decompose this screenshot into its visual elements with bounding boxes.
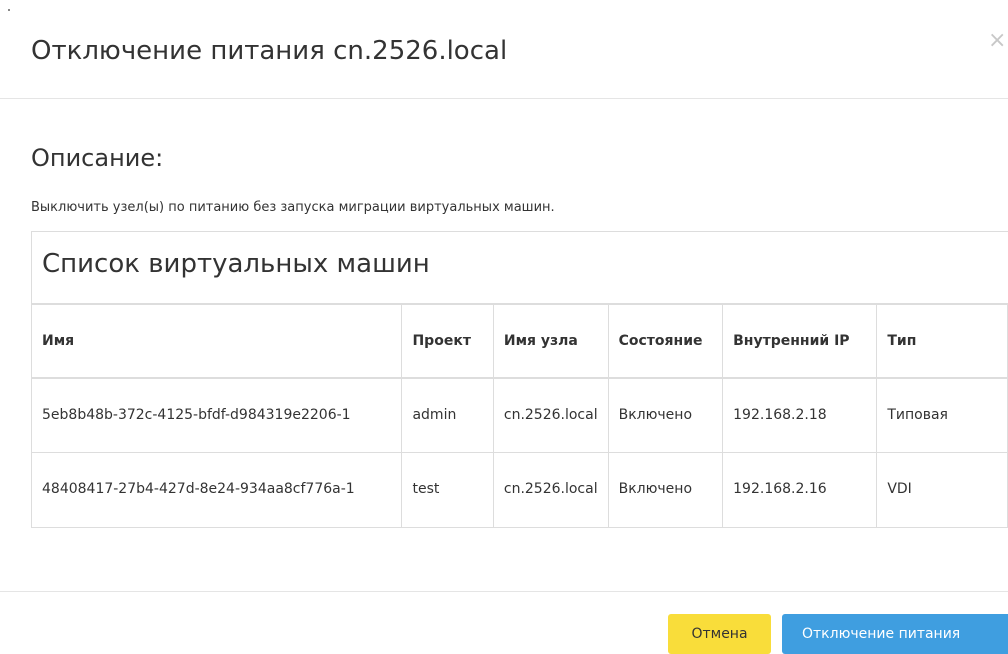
table-header-row: Имя Проект Имя узла Состояние Внутренний… xyxy=(30,303,1008,379)
column-header-project[interactable]: Проект xyxy=(401,303,494,379)
table-row: 5eb8b48b-372c-4125-bfdf-d984319e2206-1 a… xyxy=(30,377,1008,453)
vm-list-title: Список виртуальных машин xyxy=(42,249,430,279)
cancel-button[interactable]: Отмена xyxy=(668,614,771,654)
vm-state-cell: Включено xyxy=(607,377,724,453)
modal-header: Отключение питания cn.2526.local × xyxy=(0,0,1008,99)
vm-host-cell: cn.2526.local xyxy=(492,377,609,453)
vm-host-cell: cn.2526.local xyxy=(492,451,609,528)
vm-name-cell: 48408417-27b4-427d-8e24-934aa8cf776a-1 xyxy=(30,451,403,528)
column-header-type[interactable]: Тип xyxy=(876,303,1008,379)
vm-ip-cell: 192.168.2.16 xyxy=(722,451,878,528)
column-header-state[interactable]: Состояние xyxy=(607,303,724,379)
vm-state-cell: Включено xyxy=(607,451,724,528)
vm-type-cell: Типовая xyxy=(876,377,1008,453)
description-text: Выключить узел(ы) по питанию без запуска… xyxy=(31,200,555,215)
description-title: Описание: xyxy=(31,144,164,172)
power-off-modal: Отключение питания cn.2526.local × Описа… xyxy=(0,0,1008,654)
vm-type-cell: VDI xyxy=(876,451,1008,528)
modal-title: Отключение питания cn.2526.local xyxy=(31,36,508,66)
power-off-button[interactable]: Отключение питания xyxy=(782,614,1008,654)
vm-name-cell: 5eb8b48b-372c-4125-bfdf-d984319e2206-1 xyxy=(30,377,403,453)
vm-project-cell: test xyxy=(401,451,494,528)
vm-list-panel: Список виртуальных машин xyxy=(31,231,1008,303)
vm-table: Имя Проект Имя узла Состояние Внутренний… xyxy=(30,303,1008,528)
close-icon[interactable]: × xyxy=(988,30,1006,52)
modal-footer: Отмена Отключение питания xyxy=(0,591,1008,654)
column-header-name[interactable]: Имя xyxy=(30,303,403,379)
table-row: 48408417-27b4-427d-8e24-934aa8cf776a-1 t… xyxy=(30,451,1008,528)
vm-project-cell: admin xyxy=(401,377,494,453)
vm-ip-cell: 192.168.2.18 xyxy=(722,377,878,453)
column-header-host[interactable]: Имя узла xyxy=(492,303,609,379)
column-header-ip[interactable]: Внутренний IP xyxy=(722,303,878,379)
